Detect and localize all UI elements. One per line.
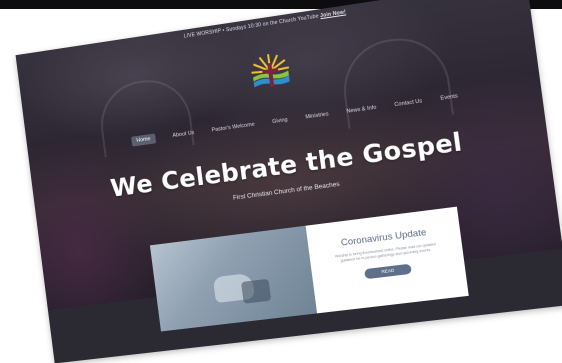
coronavirus-card: Coronavirus Update Worship is being live… [305, 206, 469, 314]
card-image [149, 225, 318, 332]
sleeve-shape [240, 278, 272, 304]
website-screen: LIVE WORSHIP • Sundays 10:30 on the Chur… [15, 0, 562, 363]
nav-item-about[interactable]: About Us [172, 130, 195, 139]
read-button[interactable]: READ [364, 263, 412, 280]
nav-item-giving[interactable]: Giving [272, 117, 288, 125]
nav-item-ministries[interactable]: Ministries [305, 111, 329, 120]
nav-item-events[interactable]: Events [440, 93, 458, 101]
nav-item-news[interactable]: News & Info [346, 105, 377, 115]
nav-item-contact[interactable]: Contact Us [394, 98, 422, 108]
cross-sunrise-logo-icon[interactable] [246, 48, 295, 98]
